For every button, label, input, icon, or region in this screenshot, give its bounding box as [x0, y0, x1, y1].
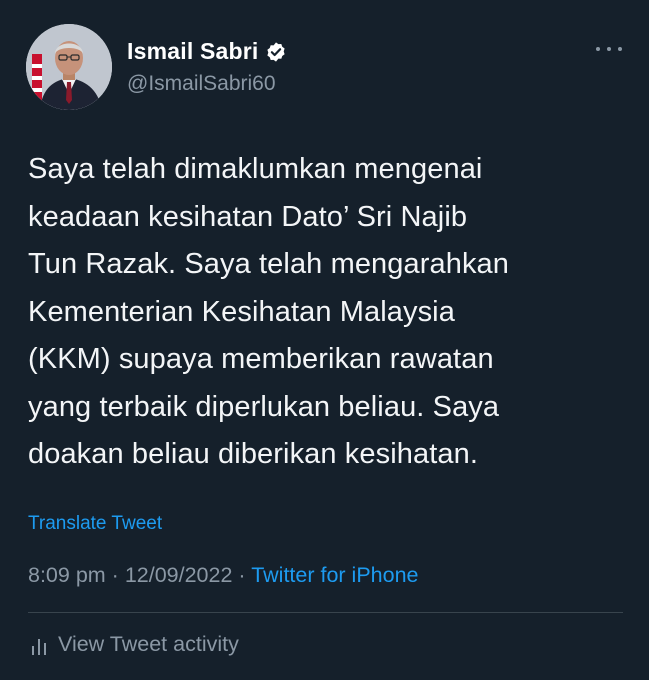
tweet-meta: 8:09 pm · 12/09/2022 · Twitter for iPhon…	[28, 563, 418, 588]
tweet-text-line: keadaan kesihatan Dato’ Sri Najib	[28, 200, 468, 233]
view-tweet-activity-button[interactable]: View Tweet activity	[30, 632, 239, 657]
verified-badge-icon	[265, 41, 287, 63]
meta-separator: ·	[111, 563, 119, 587]
tweet-text-line: (KKM) supaya memberikan rawatan	[28, 343, 494, 375]
more-dot	[607, 47, 611, 51]
author-name-row: Ismail Sabri	[127, 38, 287, 65]
author-display-name[interactable]: Ismail Sabri	[127, 38, 259, 65]
profile-photo-icon	[26, 24, 112, 110]
tweet-text-line: Tun Razak. Saya telah mengarahkan	[28, 248, 510, 280]
tweet-date[interactable]: 12/09/2022	[125, 563, 233, 587]
tweet-text-line: doakan beliau diberikan kesihatan.	[28, 438, 478, 470]
translate-tweet-link[interactable]: Translate Tweet	[28, 513, 162, 535]
tweet-time[interactable]: 8:09 pm	[28, 563, 106, 587]
view-tweet-activity-label: View Tweet activity	[58, 632, 239, 656]
tweet-text-line: Saya telah dimaklumkan mengenai	[28, 153, 483, 185]
tweet-text: Saya telah dimaklumkan mengenai keadaan …	[28, 146, 628, 479]
avatar[interactable]	[26, 24, 112, 110]
more-dot	[618, 47, 622, 51]
tweet-text-line: Kementerian Kesihatan Malaysia	[28, 295, 455, 328]
more-dot	[596, 47, 600, 51]
more-options-icon[interactable]	[596, 42, 622, 56]
tweet-text-line: yang terbaik diperlukan beliau. Saya	[28, 390, 500, 423]
meta-separator: ·	[238, 563, 246, 587]
tweet-card: Ismail Sabri @IsmailSabri60 Saya telah d…	[0, 0, 649, 680]
tweet-source-link[interactable]: Twitter for iPhone	[251, 563, 418, 587]
analytics-bars-icon	[30, 634, 48, 656]
author-handle[interactable]: @IsmailSabri60	[127, 72, 276, 96]
divider	[28, 612, 623, 613]
